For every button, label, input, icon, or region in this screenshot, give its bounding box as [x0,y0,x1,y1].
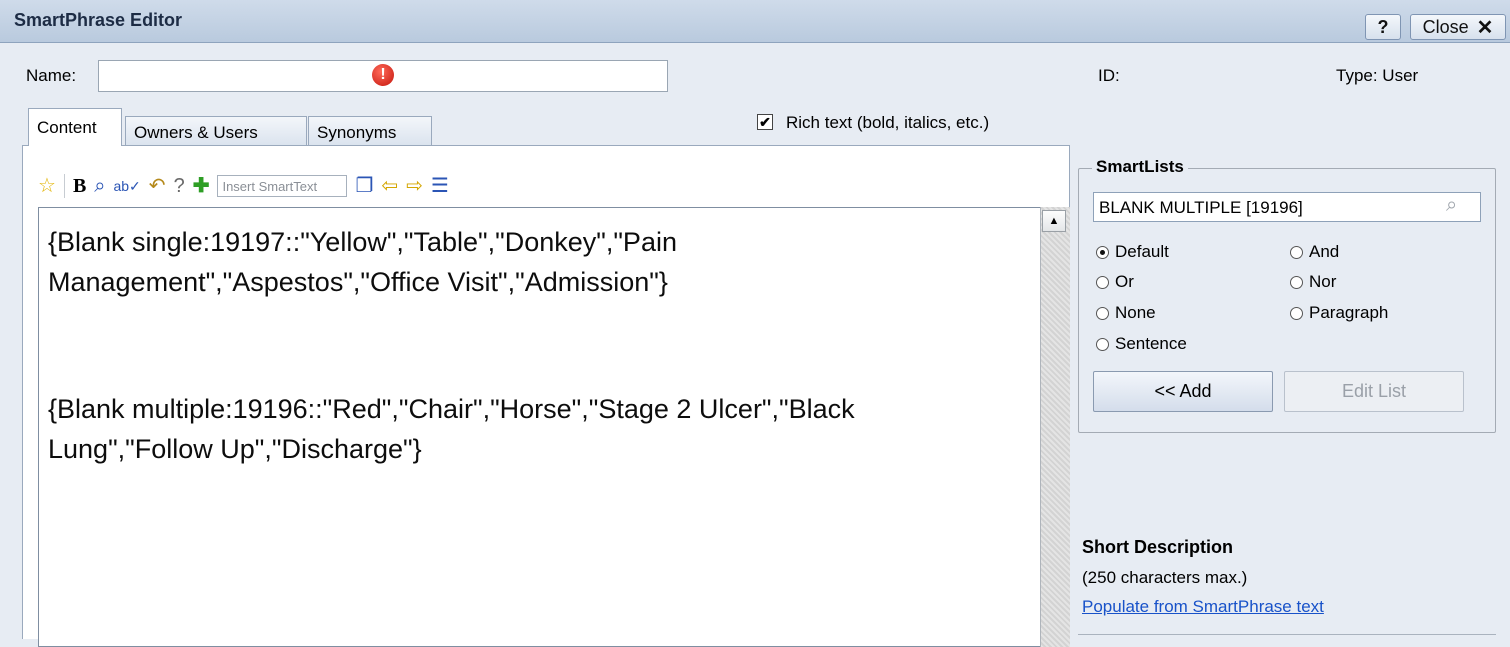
radio-dot [1290,245,1303,259]
type-label: Type: User [1336,66,1419,85]
radio-dot [1290,275,1303,289]
edit-list-button[interactable]: Edit List [1284,371,1464,412]
id-label: ID: [1098,66,1120,85]
divider [1078,634,1496,635]
favorite-star-icon[interactable]: ☆ [38,174,56,198]
short-description-hint: (250 characters max.) [1082,568,1248,587]
editor-toolbar: ☆ B ⌕ ab✓ ↶ ? ✚ Insert SmartText ❐ ⇦ ⇨ ☰ [38,170,449,202]
close-button[interactable]: Close ✕ [1410,14,1506,40]
radio-and[interactable]: And [1290,242,1339,262]
radio-default[interactable]: Default [1096,242,1169,262]
editor-text: {Blank single:19197::"Yellow","Table","D… [48,222,1008,556]
close-icon: ✕ [1476,16,1494,39]
bold-icon[interactable]: B [73,174,86,198]
radio-paragraph[interactable]: Paragraph [1290,303,1388,323]
rich-text-label: Rich text (bold, italics, etc.) [786,113,990,132]
radio-or[interactable]: Or [1096,272,1134,292]
scroll-up-icon[interactable]: ▲ [1042,210,1066,232]
zoom-search-icon[interactable]: ⌕ [94,174,105,198]
radio-none[interactable]: None [1096,303,1156,323]
editor-paragraph: {Blank single:19197::"Yellow","Table","D… [48,227,677,297]
smartlists-title: SmartLists [1092,157,1188,177]
list-icon[interactable]: ☰ [431,174,449,198]
add-button[interactable]: << Add [1093,371,1273,412]
radio-dot [1096,337,1109,351]
tab-content[interactable]: Content [28,108,122,146]
window-title: SmartPhrase Editor [14,10,183,30]
radio-dot [1096,275,1109,289]
undo-icon[interactable]: ↶ [149,174,166,198]
title-bar [0,0,1510,43]
radio-sentence[interactable]: Sentence [1096,334,1187,354]
arrow-left-icon[interactable]: ⇦ [381,174,398,198]
editor-paragraph: {Blank multiple:19196::"Red","Chair","Ho… [48,394,855,464]
error-icon: ! [372,64,394,86]
name-label: Name: [26,66,77,85]
popup-window-icon[interactable]: ❐ [355,174,373,198]
tab-owners-users[interactable]: Owners & Users [125,116,307,146]
add-icon[interactable]: ✚ [193,174,210,198]
help-button[interactable]: ? [1365,14,1401,40]
radio-dot [1096,245,1109,259]
radio-dot [1290,306,1303,320]
smartlist-search-input[interactable]: BLANK MULTIPLE [19196] [1093,192,1481,222]
close-label: Close [1422,16,1469,37]
help-search-icon[interactable]: ? [174,174,185,198]
populate-link[interactable]: Populate from SmartPhrase text [1082,597,1324,617]
spellcheck-icon[interactable]: ab✓ [113,174,140,198]
insert-smarttext-input[interactable]: Insert SmartText [217,175,348,197]
short-description-title: Short Description [1082,537,1234,557]
toolbar-separator [63,174,65,198]
radio-nor[interactable]: Nor [1290,272,1336,292]
radio-dot [1096,306,1109,320]
tab-synonyms[interactable]: Synonyms [308,116,432,146]
editor-scrollbar[interactable] [1040,207,1070,647]
search-icon[interactable]: ⌕ [1446,194,1457,217]
arrow-right-icon[interactable]: ⇨ [406,174,423,198]
rich-text-checkbox[interactable]: ✔ [757,114,773,130]
